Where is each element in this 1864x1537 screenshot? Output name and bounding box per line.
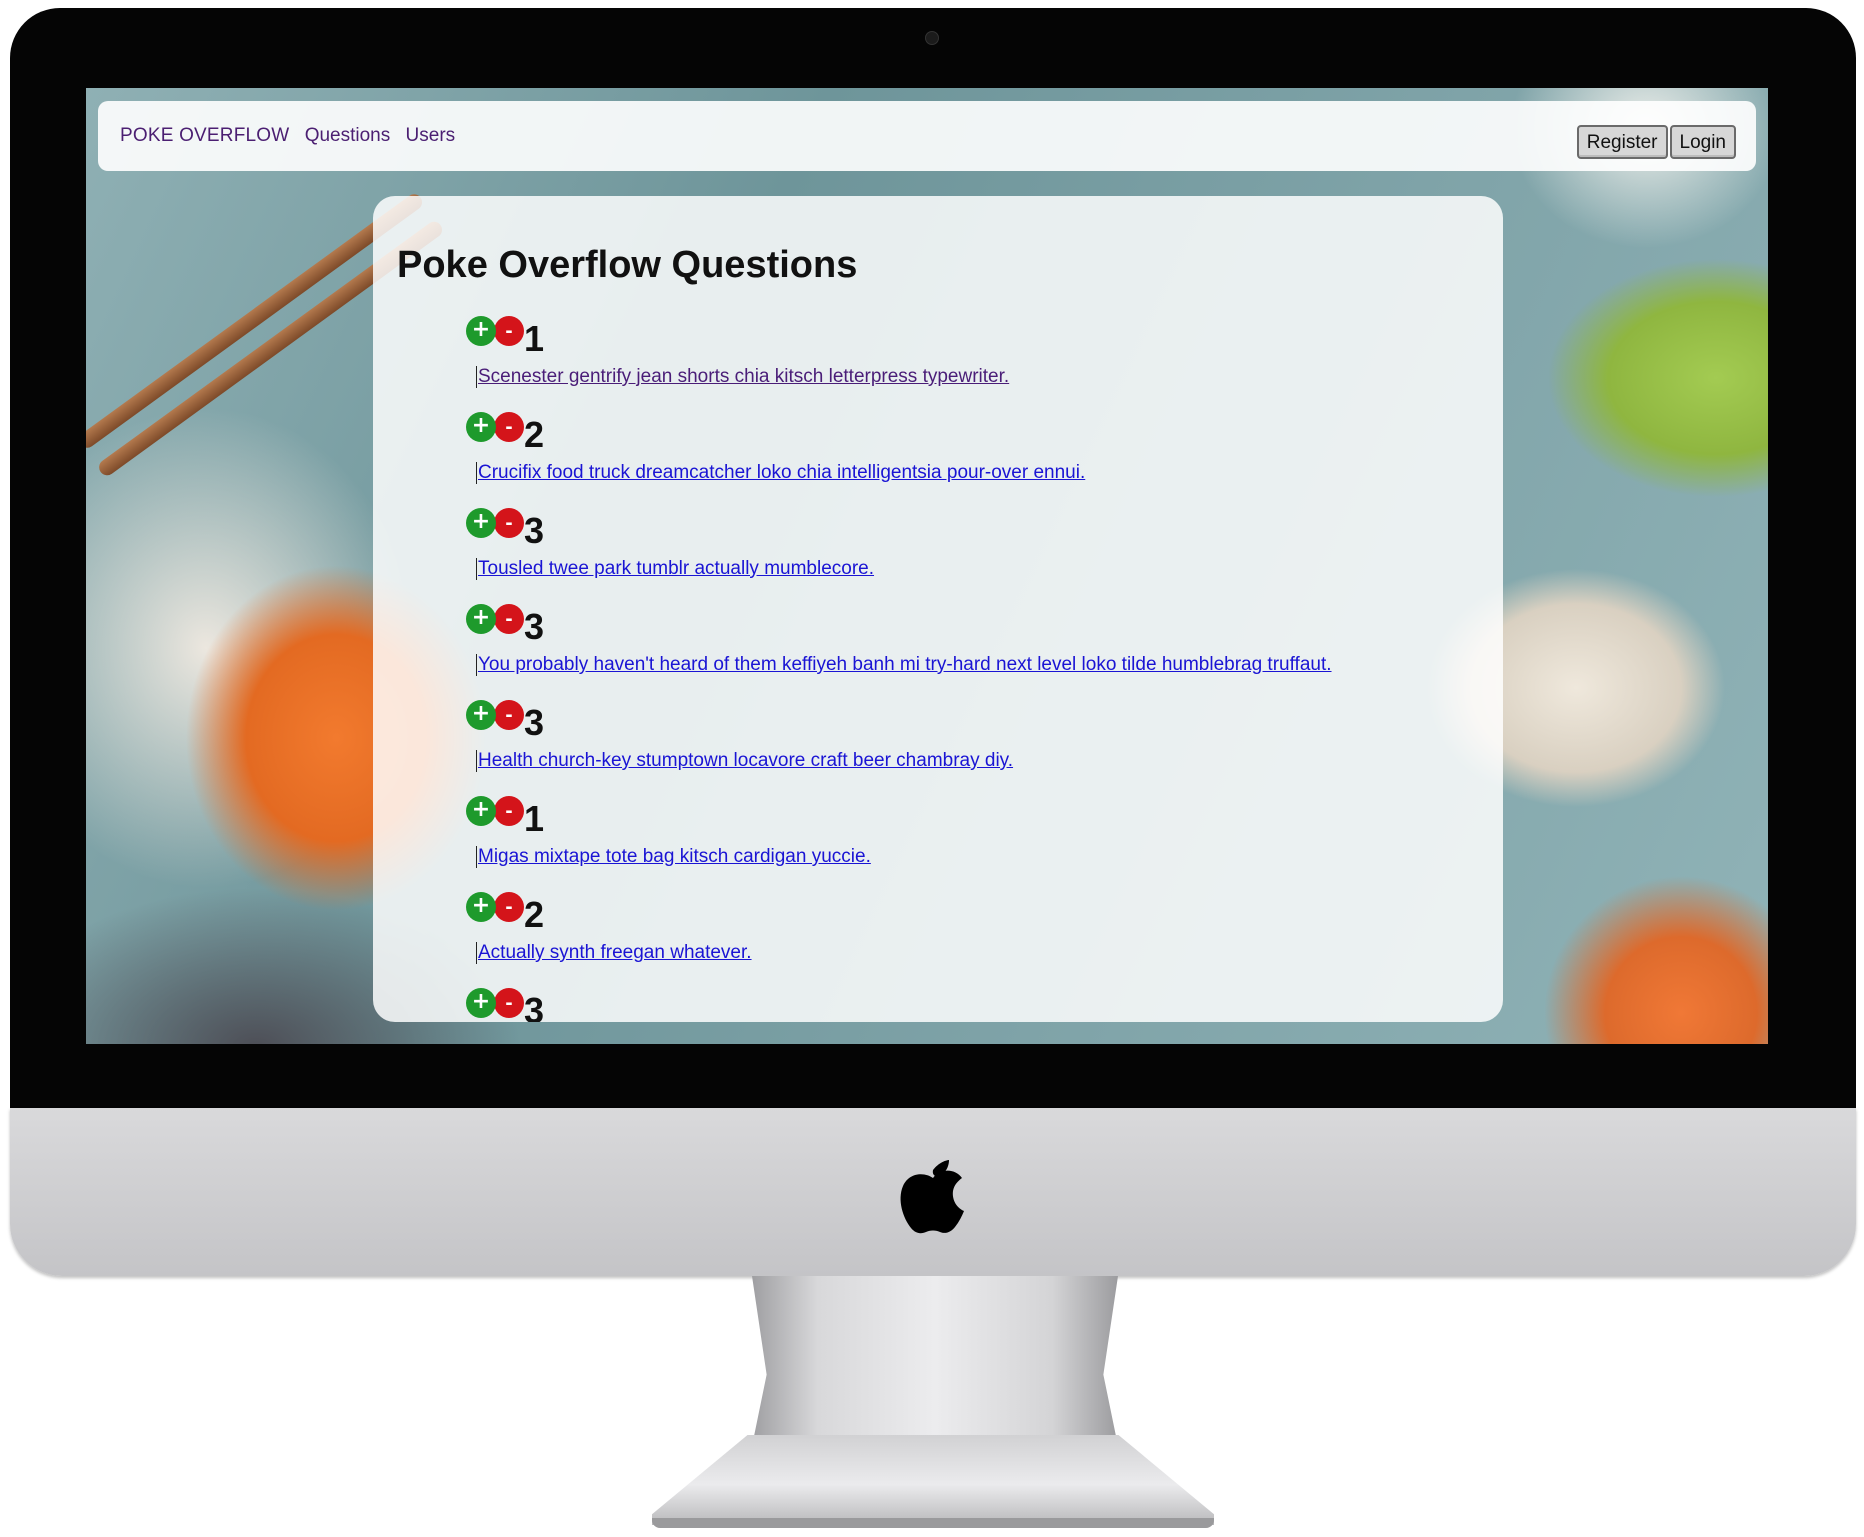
vote-score: 3 [524, 510, 545, 551]
vote-score: 1 [524, 318, 545, 359]
apple-logo-icon [900, 1160, 964, 1234]
downvote-icon[interactable]: - [494, 508, 524, 538]
camera-icon [925, 31, 939, 45]
upvote-icon[interactable]: + [466, 412, 496, 442]
nav-links: POKE OVERFLOW Questions Users [120, 125, 465, 147]
upvote-icon[interactable]: + [466, 604, 496, 634]
downvote-icon[interactable]: - [494, 892, 524, 922]
monitor-stand-edge [652, 1518, 1214, 1528]
questions-card: Poke Overflow Questions + - 1 Scenester … [373, 196, 1503, 1022]
question-link[interactable]: Migas mixtape tote bag kitsch cardigan y… [476, 846, 871, 868]
downvote-icon[interactable]: - [494, 988, 524, 1018]
upvote-icon[interactable]: + [466, 892, 496, 922]
upvote-icon[interactable]: + [466, 988, 496, 1018]
nav-link-questions[interactable]: Questions [305, 125, 391, 146]
brand-link[interactable]: POKE OVERFLOW [120, 125, 289, 146]
vote-score: 3 [524, 606, 545, 647]
screen: POKE OVERFLOW Questions Users Register L… [86, 88, 1768, 1044]
downvote-icon[interactable]: - [494, 412, 524, 442]
register-button[interactable]: Register [1576, 125, 1668, 159]
question-link[interactable]: You probably haven't heard of them keffi… [476, 654, 1332, 676]
question-link[interactable]: Tousled twee park tumblr actually mumble… [476, 558, 874, 580]
downvote-icon[interactable]: - [494, 700, 524, 730]
vote-score: 3 [524, 990, 545, 1022]
downvote-icon[interactable]: - [494, 316, 524, 346]
vote-score: 1 [524, 798, 545, 839]
vote-score: 3 [524, 702, 545, 743]
question-link[interactable]: Scenester gentrify jean shorts chia kits… [476, 366, 1009, 388]
downvote-icon[interactable]: - [494, 604, 524, 634]
upvote-icon[interactable]: + [466, 508, 496, 538]
question-link[interactable]: Health church-key stumptown locavore cra… [476, 750, 1013, 772]
question-link[interactable]: Actually synth freegan whatever. [476, 942, 752, 964]
navbar: POKE OVERFLOW Questions Users Register L… [98, 101, 1756, 171]
auth-buttons: Register Login [1575, 125, 1736, 159]
vote-score: 2 [524, 414, 545, 455]
vote-score: 2 [524, 894, 545, 935]
downvote-icon[interactable]: - [494, 796, 524, 826]
monitor-stand-neck [752, 1276, 1118, 1446]
monitor-stand-base [652, 1435, 1214, 1525]
upvote-icon[interactable]: + [466, 796, 496, 826]
upvote-icon[interactable]: + [466, 700, 496, 730]
login-button[interactable]: Login [1669, 125, 1736, 159]
upvote-icon[interactable]: + [466, 316, 496, 346]
question-link[interactable]: Crucifix food truck dreamcatcher loko ch… [476, 462, 1085, 484]
nav-link-users[interactable]: Users [406, 125, 456, 146]
page-title: Poke Overflow Questions [397, 244, 858, 286]
